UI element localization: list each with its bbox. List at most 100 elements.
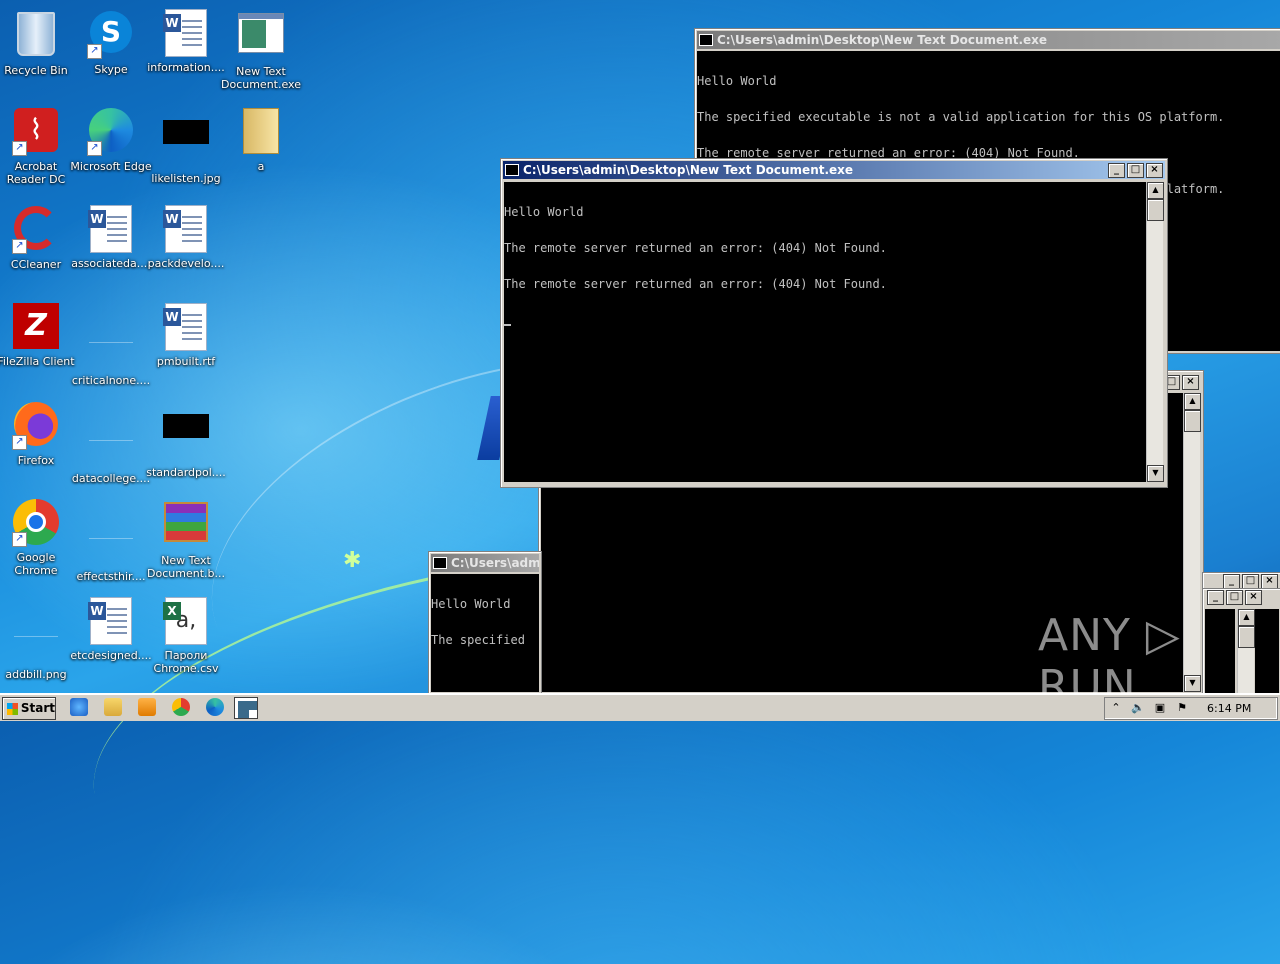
icon-label: standardpol.... [146,466,226,479]
desktop-icon-likelisten[interactable]: likelisten.jpg [145,106,227,185]
console-line: Hello World [504,205,584,219]
console-window-active[interactable]: C:\Users\admin\Desktop\New Text Document… [500,158,1168,488]
console-app-icon [505,164,519,176]
title-bar[interactable]: C:\Users\admin\Desktop\New Text Document… [697,31,1280,49]
icon-label: Acrobat Reader DC [6,160,66,186]
scroll-thumb[interactable] [1184,410,1201,432]
icon-label: datacollege.... [71,472,151,485]
scroll-thumb[interactable] [1147,199,1164,221]
window-controls: _ □ × [1221,574,1278,589]
image-file-icon [163,414,209,438]
start-button[interactable]: Start [2,697,56,720]
console-prompt-line [504,314,1146,326]
windows-flag-icon [7,702,18,715]
desktop-icon-pmbuilt[interactable]: W pmbuilt.rtf [145,302,227,368]
title-bar[interactable]: C:\Users\admin [431,554,539,572]
desktop-icon-ccleaner[interactable]: ↗ CCleaner [0,204,77,271]
explorer-icon[interactable] [104,698,122,716]
icon-label: criticalnone.... [71,374,151,387]
desktop-icon-information[interactable]: W information.... [145,8,227,74]
chrome-icon[interactable] [172,698,190,716]
minimize-button[interactable]: _ [1207,590,1224,605]
scroll-down-button[interactable]: ▼ [1147,465,1164,482]
console-app-icon [699,34,713,46]
window-title: C:\Users\admin\Desktop\New Text Document… [717,33,1048,47]
desktop-icon-addbill[interactable]: addbill.png [0,596,77,681]
icon-label: New Text Document.exe [221,65,301,91]
clock[interactable]: 6:14 PM [1207,702,1251,715]
shortcut-arrow-icon: ↗ [12,435,27,450]
text-cursor [504,324,511,326]
scroll-up-button[interactable]: ▲ [1147,182,1164,199]
desktop-icon-edge[interactable]: ↗ Microsoft Edge [70,106,152,173]
icon-label: Firefox [17,454,55,467]
icon-label: information.... [147,61,225,74]
icon-label: Microsoft Edge [70,160,152,173]
close-button[interactable]: × [1245,590,1262,605]
minimize-button[interactable]: _ [1108,162,1125,178]
ie-icon[interactable] [70,698,88,716]
blank-file-icon [89,322,133,343]
console-icon[interactable] [234,697,258,719]
media-player-icon[interactable] [138,698,156,716]
shortcut-arrow-icon: ↗ [87,141,102,156]
image-file-icon [163,120,209,144]
show-hidden-icons-icon[interactable]: ⌃ [1109,701,1123,715]
icon-label: a [257,160,265,173]
volume-icon[interactable]: 🔈 [1131,701,1145,715]
blank-file-icon [89,518,133,539]
edge-icon[interactable] [206,698,224,716]
console-window-small[interactable]: C:\Users\admin Hello World The specified [428,551,542,695]
console-output[interactable]: Hello World The specified [431,574,539,692]
recycle-bin-icon [17,12,55,56]
console-line: The remote server returned an error: (40… [504,277,887,291]
word-document-icon: W [163,205,207,253]
title-bar[interactable]: C:\Users\admin\Desktop\New Text Document… [503,161,1165,179]
desktop-icon-packdevelo[interactable]: W packdevelo.... [145,204,227,270]
word-document-icon: W [163,9,207,57]
action-center-flag-icon[interactable]: ⚑ [1175,701,1189,715]
icon-label: New Text Document.b... [147,554,225,580]
desktop-icon-winrar-archive[interactable]: New Text Document.b... [145,498,227,580]
minimize-button[interactable]: _ [1223,574,1240,589]
maximize-button[interactable]: □ [1242,574,1259,589]
desktop-icon-recycle-bin[interactable]: Recycle Bin [0,8,77,77]
desktop-icon-chrome-passwords-csv[interactable]: Xa, Пароли Chrome.csv [145,596,227,675]
desktop-icon-firefox[interactable]: ↗ Firefox [0,400,77,467]
blank-file-icon [14,616,58,637]
desktop-icon-filezilla[interactable]: Z FileZilla Client [0,302,77,368]
desktop-icon-effectsthir[interactable]: effectsthir.... [70,498,152,583]
scroll-up-button[interactable]: ▲ [1184,393,1201,410]
console-line: Hello World [697,74,777,88]
close-button[interactable]: × [1261,574,1278,589]
desktop-icon-datacollege[interactable]: datacollege.... [70,400,152,485]
shortcut-arrow-icon: ↗ [12,532,27,547]
console-output[interactable]: Hello World The remote server returned a… [504,182,1146,482]
icon-label: pmbuilt.rtf [156,355,216,368]
maximize-button[interactable]: □ [1226,590,1243,605]
icon-label: FileZilla Client [0,355,75,368]
desktop-icon-new-text-document-exe[interactable]: New Text Document.exe [220,8,302,91]
icon-label: associateda.... [71,257,151,270]
desktop-icon-skype[interactable]: S ↗ Skype [70,8,152,76]
icon-label: Пароли Chrome.csv [153,649,219,675]
word-document-icon: W [163,303,207,351]
vertical-scrollbar[interactable]: ▲ ▼ [1146,182,1164,482]
shortcut-arrow-icon: ↗ [12,141,27,156]
excel-csv-icon: Xa, [163,597,207,645]
desktop-icon-etcdesigned[interactable]: W etcdesigned.... [70,596,152,662]
maximize-button[interactable]: □ [1127,162,1144,178]
console-line: The specified executable is not a valid … [697,110,1225,124]
desktop-icon-folder-a[interactable]: a [220,106,302,173]
desktop-icon-associateda[interactable]: W associateda.... [70,204,152,270]
desktop-icon-chrome[interactable]: ↗ Google Chrome [0,498,77,577]
icon-label: Recycle Bin [4,64,68,77]
window-title: C:\Users\admin\Desktop\New Text Document… [523,163,854,177]
taskbar: Start ⌃ 🔈 ▣ ⚑ 6:14 PM [0,693,1280,721]
desktop-icon-criticalnone[interactable]: criticalnone.... [70,302,152,387]
desktop-icon-standardpol[interactable]: standardpol.... [145,400,227,479]
close-button[interactable]: × [1182,375,1199,390]
desktop-icon-acrobat[interactable]: ⌇ ↗ Acrobat Reader DC [0,106,77,186]
network-icon[interactable]: ▣ [1153,701,1167,715]
close-button[interactable]: × [1146,162,1163,178]
